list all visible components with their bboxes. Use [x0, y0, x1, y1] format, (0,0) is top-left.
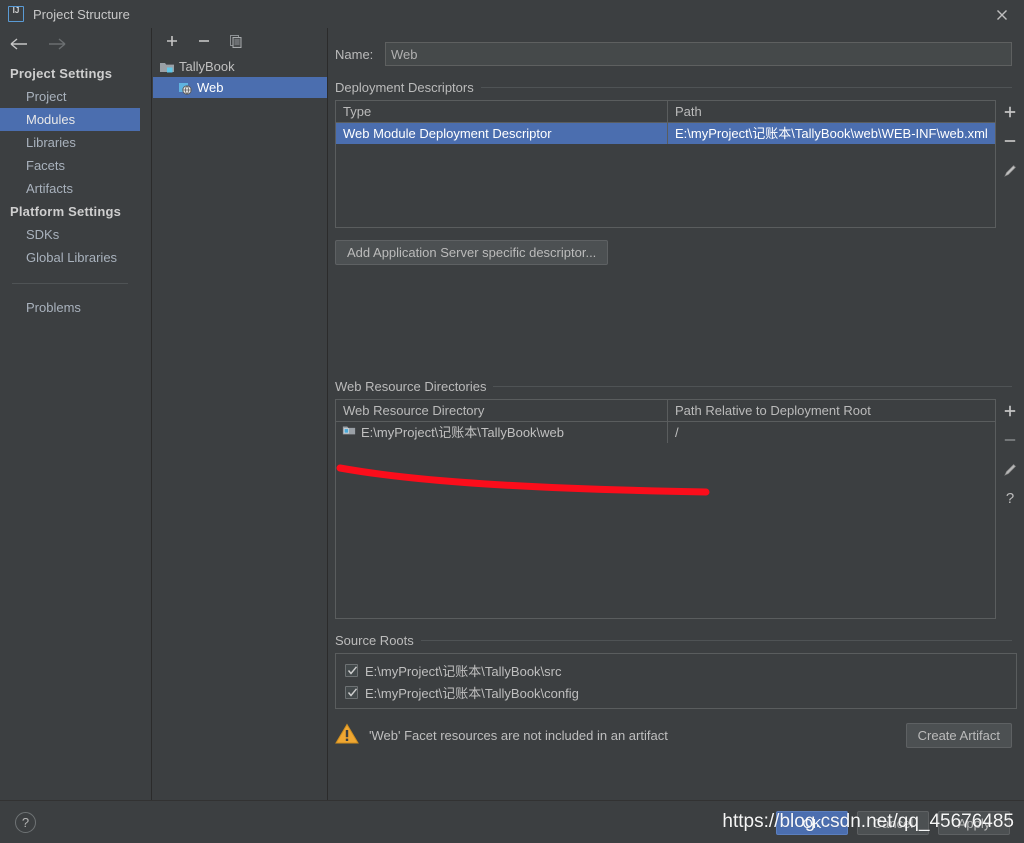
- create-artifact-button[interactable]: Create Artifact: [905, 723, 1012, 748]
- apply-button[interactable]: Apply: [938, 811, 1010, 835]
- tree-item-label: Web: [197, 80, 224, 95]
- intellij-idea-icon: [8, 6, 24, 22]
- section-rule: [420, 640, 1012, 641]
- source-roots-list: E:\myProject\记账本\TallyBook\src E:\myProj…: [335, 653, 1017, 709]
- dialog-buttons: OK Cancel Apply: [776, 811, 1010, 835]
- tree-item-label: TallyBook: [179, 59, 235, 74]
- title-bar: Project Structure: [0, 0, 1024, 28]
- sidebar-item-sdks[interactable]: SDKs: [0, 223, 140, 246]
- module-name-row: Name:: [335, 42, 1012, 66]
- dialog-footer: ? OK Cancel Apply: [0, 800, 1024, 843]
- sidebar-item-artifacts[interactable]: Artifacts: [0, 177, 140, 200]
- source-root-path: E:\myProject\记账本\TallyBook\src: [365, 663, 562, 679]
- column-header-path[interactable]: Path: [668, 101, 996, 122]
- source-roots-title: Source Roots: [335, 633, 1012, 648]
- artifact-warning-text: 'Web' Facet resources are not included i…: [369, 728, 668, 743]
- module-detail-pane: Name: Deployment Descriptors Type Path W…: [329, 28, 1024, 800]
- tree-item-tallybook[interactable]: TallyBook: [153, 56, 327, 77]
- plus-icon[interactable]: [163, 32, 181, 50]
- name-label: Name:: [335, 46, 374, 62]
- deployment-descriptors-title: Deployment Descriptors: [335, 80, 1012, 95]
- sidebar-item-project[interactable]: Project: [0, 85, 140, 108]
- table-header: Type Path: [336, 101, 996, 123]
- add-server-descriptor-row: Add Application Server specific descript…: [335, 240, 1024, 265]
- sidebar-item-global-libraries[interactable]: Global Libraries: [0, 246, 140, 269]
- tree-item-web[interactable]: Web: [153, 77, 327, 98]
- sidebar-item-libraries[interactable]: Libraries: [0, 131, 140, 154]
- deployment-descriptors-table: Type Path Web Module Deployment Descript…: [335, 100, 997, 228]
- window-title: Project Structure: [33, 6, 130, 22]
- arrow-right-icon[interactable]: [46, 37, 68, 53]
- cell-directory: E:\myProject\记账本\TallyBook\web: [336, 422, 668, 443]
- settings-sidebar: Project Settings Project Modules Librari…: [0, 28, 140, 800]
- web-resource-directories-tools: ?: [996, 399, 1024, 619]
- minus-icon[interactable]: [1000, 430, 1020, 450]
- help-button[interactable]: ?: [15, 812, 36, 833]
- arrow-left-icon[interactable]: [8, 37, 30, 53]
- module-toolbar: [153, 28, 327, 54]
- column-header-type[interactable]: Type: [336, 101, 668, 122]
- cell-type: Web Module Deployment Descriptor: [336, 123, 668, 144]
- deployment-descriptors-tools: [996, 100, 1024, 228]
- pencil-icon[interactable]: [1000, 160, 1020, 180]
- sidebar-group-platform-settings: Platform Settings: [10, 204, 122, 219]
- sidebar-group-project-settings: Project Settings: [10, 66, 113, 81]
- cell-directory-text: E:\myProject\记账本\TallyBook\web: [361, 425, 565, 440]
- section-label: Web Resource Directories: [335, 379, 487, 394]
- cell-relative-path: /: [675, 425, 679, 440]
- cancel-button[interactable]: Cancel: [857, 811, 929, 835]
- warning-triangle-icon: [335, 723, 359, 748]
- folder-web-icon: [342, 422, 356, 443]
- module-tree-list: TallyBook Web: [153, 56, 327, 98]
- module-name-input[interactable]: [385, 42, 1012, 66]
- copy-icon[interactable]: [227, 32, 245, 50]
- list-item[interactable]: E:\myProject\记账本\TallyBook\config: [336, 681, 1016, 703]
- table-row[interactable]: E:\myProject\记账本\TallyBook\web /: [336, 422, 995, 443]
- pencil-icon[interactable]: [1000, 459, 1020, 479]
- column-header-relative-path[interactable]: Path Relative to Deployment Root: [668, 400, 996, 421]
- plus-icon[interactable]: [1000, 102, 1020, 122]
- minus-icon[interactable]: [195, 32, 213, 50]
- section-rule: [480, 87, 1012, 88]
- deployment-descriptors-table-wrap: Type Path Web Module Deployment Descript…: [335, 100, 1024, 228]
- artifact-warning-row: 'Web' Facet resources are not included i…: [335, 723, 1012, 748]
- table-row[interactable]: Web Module Deployment Descriptor E:\myPr…: [336, 123, 996, 144]
- ok-button[interactable]: OK: [776, 811, 848, 835]
- sidebar-item-modules[interactable]: Modules: [0, 108, 140, 131]
- source-root-checkbox[interactable]: [345, 663, 358, 677]
- add-application-server-descriptor-button[interactable]: Add Application Server specific descript…: [335, 240, 609, 265]
- section-rule: [493, 386, 1012, 387]
- plus-icon[interactable]: [1000, 401, 1020, 421]
- minus-icon[interactable]: [1000, 131, 1020, 151]
- sidebar-item-facets[interactable]: Facets: [0, 154, 140, 177]
- sidebar-item-problems[interactable]: Problems: [0, 296, 140, 319]
- sidebar-divider: [12, 283, 128, 284]
- module-tree-panel: TallyBook Web: [153, 28, 328, 800]
- close-icon[interactable]: [994, 7, 1010, 23]
- web-resource-directories-title: Web Resource Directories: [335, 379, 1012, 394]
- source-root-path: E:\myProject\记账本\TallyBook\config: [365, 685, 579, 701]
- source-root-checkbox[interactable]: [345, 685, 358, 699]
- navigation-arrows: [0, 28, 140, 62]
- project-structure-dialog: Project Structure Project Settings Proje…: [0, 0, 1024, 843]
- column-header-web-resource-directory[interactable]: Web Resource Directory: [336, 400, 668, 421]
- list-item[interactable]: E:\myProject\记账本\TallyBook\src: [336, 659, 1016, 681]
- section-label: Source Roots: [335, 633, 414, 648]
- module-folder-icon: [159, 59, 175, 75]
- web-resource-directories-table-wrap: Web Resource Directory Path Relative to …: [335, 399, 1024, 619]
- web-resource-directories-table: Web Resource Directory Path Relative to …: [335, 399, 997, 619]
- sidebar-right-edge: [140, 28, 152, 800]
- cell-path: E:\myProject\记账本\TallyBook\web\WEB-INF\w…: [675, 126, 988, 141]
- question-icon[interactable]: ?: [1000, 488, 1020, 508]
- table-header: Web Resource Directory Path Relative to …: [336, 400, 996, 422]
- section-label: Deployment Descriptors: [335, 80, 474, 95]
- web-facet-icon: [177, 80, 193, 96]
